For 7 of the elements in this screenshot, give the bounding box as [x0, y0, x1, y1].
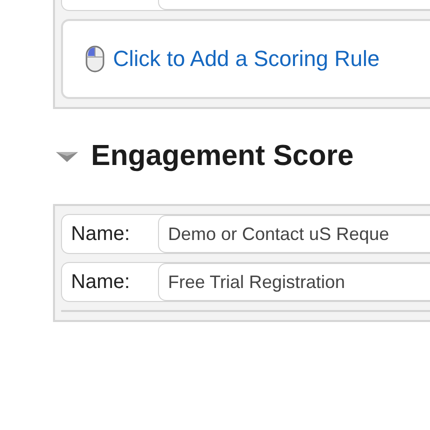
name-field[interactable]: Free Trial Registration — [158, 263, 430, 301]
mouse-icon — [85, 45, 105, 73]
name-label: Name: — [71, 270, 131, 294]
section-title: Engagement Score — [91, 140, 354, 173]
add-scoring-rule-link[interactable]: Click to Add a Scoring Rule — [113, 46, 380, 72]
name-label: Name: — [71, 222, 131, 246]
name-field[interactable]: Demo or Contact uS Reque — [158, 215, 430, 253]
